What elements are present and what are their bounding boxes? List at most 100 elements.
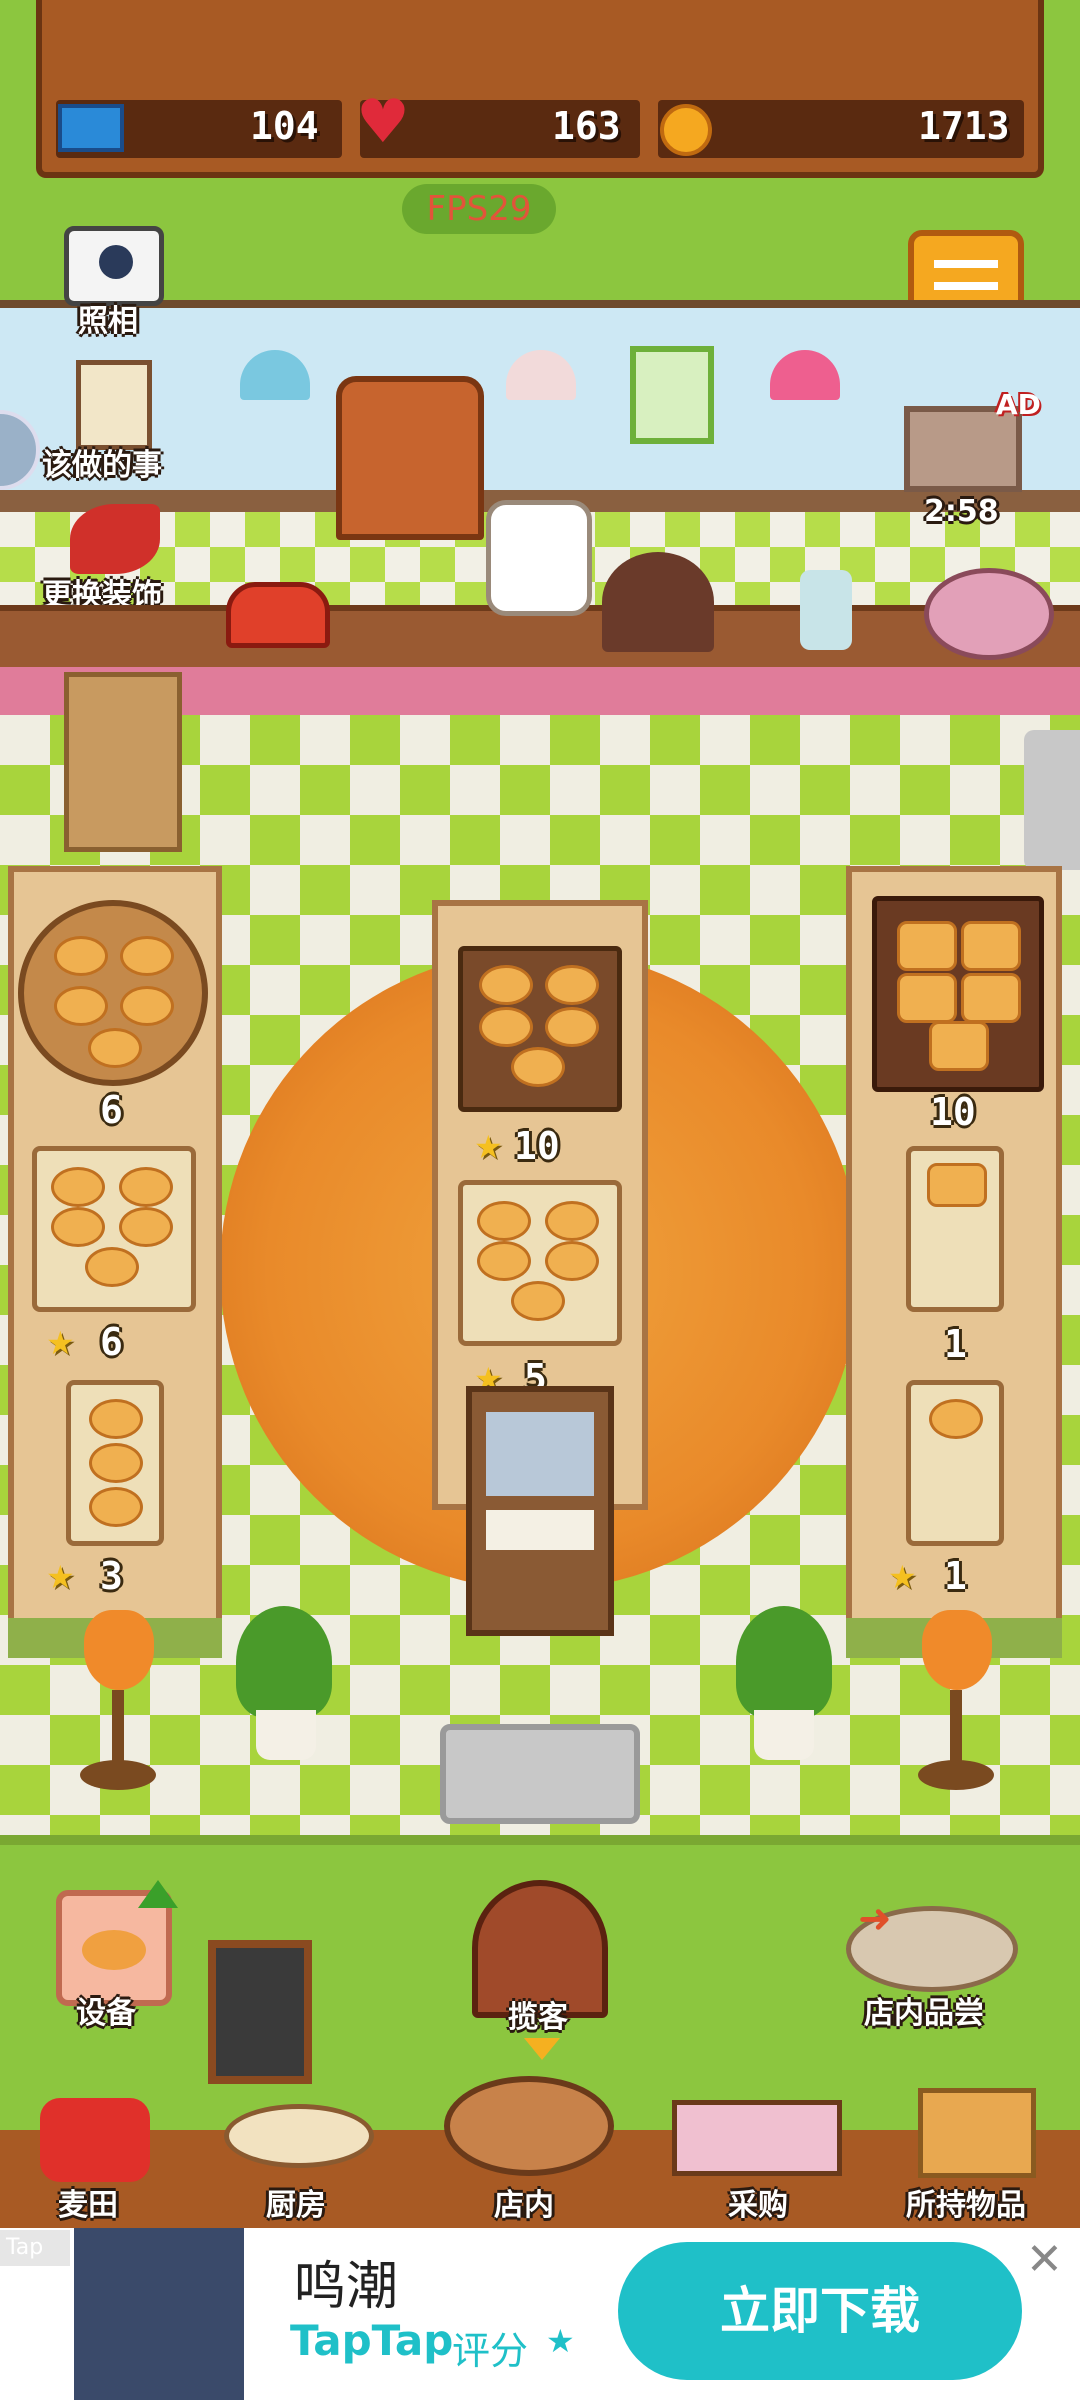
donut xyxy=(88,1028,142,1068)
center-top-count: 10 xyxy=(514,1124,560,1168)
door-edge xyxy=(1024,730,1080,870)
ad-tag: Tap xyxy=(0,2230,70,2266)
croissant xyxy=(929,1399,983,1439)
donut xyxy=(511,1047,565,1087)
star-icon: ★ xyxy=(888,1558,917,1596)
utensil-cabinet[interactable] xyxy=(466,1386,614,1636)
bread-icon xyxy=(82,1930,146,1970)
todo-label[interactable]: 该做的事 xyxy=(42,440,162,484)
ad-app-name[interactable]: 鸣潮 xyxy=(294,2244,398,2319)
nav-wheat-field[interactable]: 麦田 xyxy=(58,2180,118,2224)
bread-bun xyxy=(929,1021,989,1071)
plant-left xyxy=(236,1606,332,1718)
croissant-tray-small[interactable] xyxy=(66,1380,164,1546)
nav-shop-floor[interactable]: 店内 xyxy=(494,2180,554,2224)
donut xyxy=(120,936,174,976)
bread-bun xyxy=(897,921,957,971)
nav-inventory[interactable]: 所持物品 xyxy=(906,2180,1026,2224)
menu-board xyxy=(208,1940,312,2084)
phone-icon[interactable] xyxy=(226,582,330,648)
arrow-right-icon: ➜ xyxy=(858,1896,892,1942)
donut xyxy=(545,1007,599,1047)
bread-tray-right[interactable] xyxy=(906,1146,1004,1312)
napkins xyxy=(486,1510,594,1550)
brush-icon[interactable] xyxy=(70,504,160,574)
bread-basket-icon[interactable] xyxy=(444,2076,614,2176)
download-button[interactable]: 立即下载 xyxy=(618,2242,1022,2380)
baker-cat[interactable] xyxy=(486,500,592,616)
heart-icon: ♥ xyxy=(356,87,410,157)
teapot xyxy=(924,568,1054,660)
attract-label[interactable]: 揽客 xyxy=(508,1992,568,2036)
croissant xyxy=(89,1399,143,1439)
bread-bun xyxy=(961,921,1021,971)
menu-icon xyxy=(934,260,998,268)
donut xyxy=(479,1007,533,1047)
donut xyxy=(545,965,599,1005)
nav-kitchen[interactable]: 厨房 xyxy=(266,2180,326,2224)
camera-lens xyxy=(99,245,133,279)
equipment-label[interactable]: 设备 xyxy=(76,1988,136,2032)
bread-bun xyxy=(961,973,1021,1023)
croissant xyxy=(89,1443,143,1483)
lamp-base-right xyxy=(918,1760,994,1790)
croissant xyxy=(511,1281,565,1321)
croissant xyxy=(51,1207,105,1247)
donut-tray-center[interactable] xyxy=(458,946,622,1112)
croissant xyxy=(51,1167,105,1207)
right-top-count: 10 xyxy=(930,1090,976,1134)
door-mat xyxy=(440,1724,640,1824)
box-icon[interactable] xyxy=(918,2088,1036,2178)
hearts-value: 163 xyxy=(552,104,621,148)
croissant xyxy=(545,1201,599,1241)
ad-timer: 2:58 xyxy=(924,494,999,529)
plant-right xyxy=(736,1606,832,1718)
bread-bun xyxy=(897,973,957,1023)
croissant xyxy=(119,1167,173,1207)
left-middle-count: 6 xyxy=(100,1320,123,1364)
right-middle-count: 1 xyxy=(944,1322,967,1366)
utensil-rack xyxy=(486,1412,594,1496)
ad-app-image[interactable] xyxy=(74,2228,244,2400)
photo-label[interactable]: 照相 xyxy=(78,296,138,340)
croissant xyxy=(119,1207,173,1247)
dough-icon[interactable] xyxy=(224,2104,374,2168)
donut xyxy=(479,965,533,1005)
croissant xyxy=(545,1241,599,1281)
ticket-icon xyxy=(58,104,124,152)
upgrade-arrow-icon xyxy=(138,1880,178,1908)
lamp-base-left xyxy=(80,1760,156,1790)
shops-icon[interactable] xyxy=(672,2100,842,2176)
croissant xyxy=(89,1487,143,1527)
star-icon: ★ xyxy=(546,2322,575,2360)
croissant-tray-left[interactable] xyxy=(32,1146,196,1312)
croissant xyxy=(477,1201,531,1241)
nav-purchase[interactable]: 采购 xyxy=(728,2180,788,2224)
donut-basket[interactable] xyxy=(18,900,208,1086)
tickets-value: 104 xyxy=(250,104,319,148)
ad-rating-label: 评分 xyxy=(452,2329,529,2373)
pot-right xyxy=(754,1710,814,1760)
camera-icon[interactable] xyxy=(64,226,164,306)
bread-oven[interactable] xyxy=(336,376,484,540)
donut xyxy=(54,986,108,1026)
ad-badge: AD xyxy=(996,388,1041,421)
wheat-icon[interactable] xyxy=(40,2098,150,2182)
clipboard-icon[interactable] xyxy=(76,360,152,450)
pot-left xyxy=(256,1710,316,1760)
ad-brand: TapTap xyxy=(290,2316,454,2365)
menu-icon-line xyxy=(934,282,998,290)
star-icon: ★ xyxy=(474,1128,503,1166)
cardboard-box xyxy=(64,672,182,852)
croissant-tray-right[interactable] xyxy=(906,1380,1004,1546)
bread-box[interactable] xyxy=(872,896,1044,1092)
tasting-label[interactable]: 店内品尝 xyxy=(864,1988,984,2032)
donut xyxy=(120,986,174,1026)
right-bottom-count: 1 xyxy=(944,1554,967,1598)
bunny-lamp-left xyxy=(84,1610,154,1690)
down-arrow-icon xyxy=(524,2038,560,2060)
flower-vase xyxy=(800,570,852,650)
croissant-tray-center[interactable] xyxy=(458,1180,622,1346)
bunny-lamp-right xyxy=(922,1610,992,1690)
close-icon[interactable]: ✕ xyxy=(1026,2238,1063,2282)
